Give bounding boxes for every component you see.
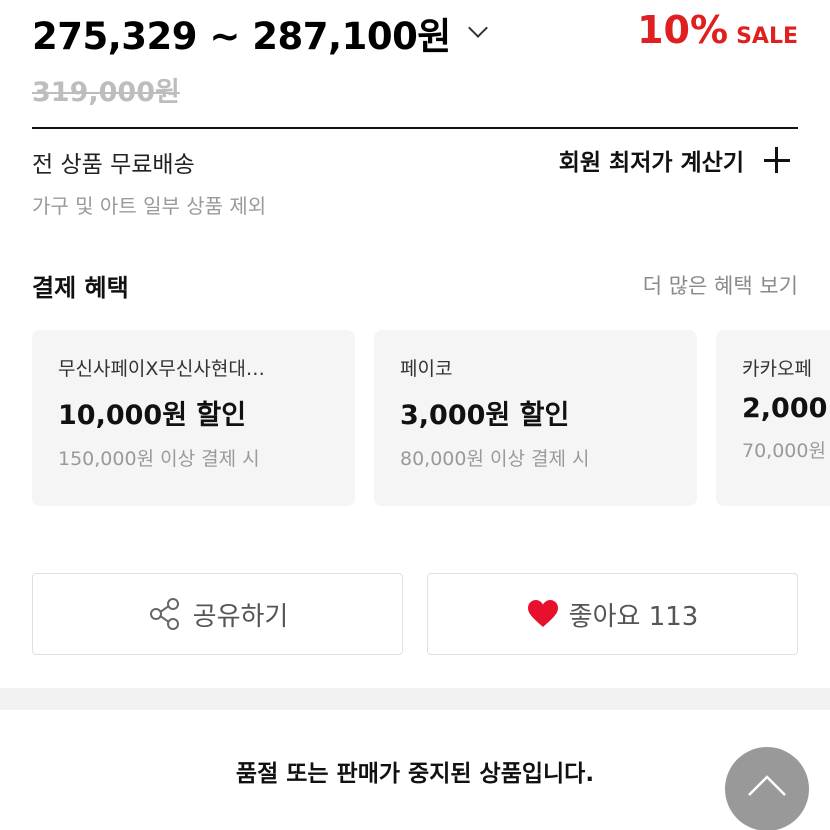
share-button[interactable]: 공유하기 <box>32 573 403 655</box>
original-price: 319,000원 <box>32 77 180 108</box>
benefit-card[interactable]: 무신사페이X무신사현대… 10,000원 할인 150,000원 이상 결제 시 <box>32 330 355 506</box>
benefit-card[interactable]: 카카오페 2,000 70,000원 <box>716 330 830 506</box>
benefit-card-condition: 150,000원 이상 결제 시 <box>58 448 260 470</box>
like-button[interactable]: 좋아요 113 <box>427 573 798 655</box>
benefit-card-name: 카카오페 <box>742 358 812 380</box>
discount-badge: 10% SALE <box>637 8 798 52</box>
benefit-card-amount: 10,000원 할인 <box>58 400 247 431</box>
scroll-to-top-button[interactable] <box>725 747 809 830</box>
chevron-up-icon <box>748 775 786 796</box>
shipping-title: 전 상품 무료배송 <box>32 152 195 178</box>
benefit-card-carousel[interactable]: 무신사페이X무신사현대… 10,000원 할인 150,000원 이상 결제 시… <box>32 330 830 506</box>
more-benefits-link[interactable]: 더 많은 혜택 보기 <box>643 270 798 300</box>
plus-icon[interactable] <box>764 147 790 173</box>
heart-icon <box>527 599 559 629</box>
price-range[interactable]: 275,329 ~ 287,100원 <box>32 6 488 60</box>
chevron-down-icon[interactable] <box>467 18 488 38</box>
sale-label: SALE <box>736 24 798 49</box>
benefit-card-amount: 2,000 <box>742 393 828 424</box>
payment-benefits-title: 결제 혜택 <box>32 274 129 302</box>
benefit-card-name: 무신사페이X무신사현대… <box>58 358 265 380</box>
share-icon <box>147 596 183 632</box>
shipping-note: 가구 및 아트 일부 상품 제외 <box>32 194 267 218</box>
benefit-card-condition: 80,000원 이상 결제 시 <box>400 448 590 470</box>
price-range-text: 275,329 ~ 287,100원 <box>32 15 451 58</box>
divider <box>32 127 798 129</box>
share-label: 공유하기 <box>192 601 289 632</box>
section-divider <box>0 688 830 710</box>
benefit-card-name: 페이코 <box>400 358 453 380</box>
member-price-calculator-button[interactable]: 회원 최저가 계산기 <box>559 143 790 177</box>
soldout-message: 품절 또는 판매가 중지된 상품입니다. <box>235 761 595 787</box>
benefit-card-amount: 3,000원 할인 <box>400 400 570 431</box>
discount-percent: 10% <box>637 8 729 52</box>
calculator-label: 회원 최저가 계산기 <box>558 150 744 176</box>
benefit-card[interactable]: 페이코 3,000원 할인 80,000원 이상 결제 시 <box>374 330 697 506</box>
like-label: 좋아요 113 <box>568 601 699 632</box>
benefit-card-condition: 70,000원 <box>742 440 826 462</box>
